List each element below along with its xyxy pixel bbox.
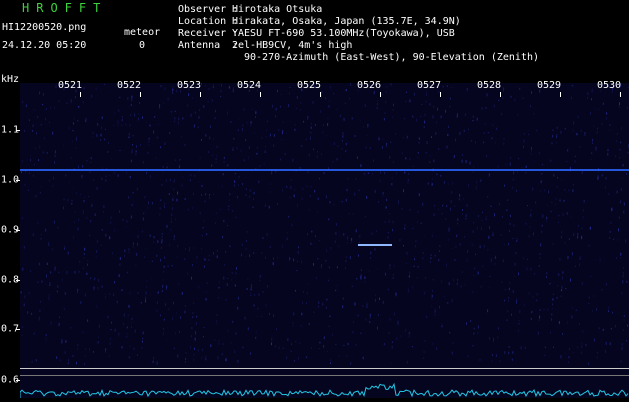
reference-line [20, 368, 629, 369]
y-axis-unit: kHz [1, 74, 19, 85]
level-trace [20, 378, 629, 400]
time-tick [440, 92, 441, 97]
freq-tick [16, 130, 20, 131]
freq-tick [16, 180, 20, 181]
antenna-value: 2el-HB9CV, 4m's high [232, 40, 352, 52]
meteor-echo-mark [358, 244, 392, 246]
location-value: Hirakata, Osaka, Japan (135.7E, 34.9N) [232, 16, 461, 28]
spectrogram-plot [20, 83, 629, 398]
time-tick [560, 92, 561, 97]
file-name: HI12200520.png [2, 22, 86, 34]
time-tick [320, 92, 321, 97]
time-label: 0530 [597, 80, 621, 91]
time-label: 0527 [417, 80, 441, 91]
meteor-count: 0 [139, 40, 145, 52]
freq-tick [16, 230, 20, 231]
time-tick [620, 92, 621, 97]
reference-line [20, 375, 629, 376]
time-tick [260, 92, 261, 97]
meteor-label: meteor [124, 27, 160, 39]
observer-value: Hirotaka Otsuka [232, 4, 322, 16]
time-tick [200, 92, 201, 97]
carrier-signal-line [20, 169, 629, 171]
spectrogram-noise [20, 83, 629, 398]
time-label: 0524 [237, 80, 261, 91]
time-label: 0529 [537, 80, 561, 91]
time-label: 0528 [477, 80, 501, 91]
time-tick [380, 92, 381, 97]
location-label: Location : [178, 16, 238, 28]
time-tick [80, 92, 81, 97]
freq-tick [16, 280, 20, 281]
date-time: 24.12.20 05:20 [2, 40, 86, 52]
observer-label: Observer : [178, 4, 238, 16]
antenna-label: Antenna : [178, 40, 238, 52]
time-label: 0526 [357, 80, 381, 91]
time-label: 0525 [297, 80, 321, 91]
time-tick [140, 92, 141, 97]
antenna-direction: 90-270-Azimuth (East-West), 90-Elevation… [244, 52, 539, 64]
time-label: 0522 [117, 80, 141, 91]
receiver-label: Receiver : [178, 28, 238, 40]
app-title: HROFFT [22, 2, 107, 14]
freq-tick [16, 329, 20, 330]
time-tick [500, 92, 501, 97]
time-label: 0523 [177, 80, 201, 91]
receiver-value: YAESU FT-690 53.100MHz(Toyokawa), USB [232, 28, 455, 40]
time-label: 0521 [58, 80, 82, 91]
